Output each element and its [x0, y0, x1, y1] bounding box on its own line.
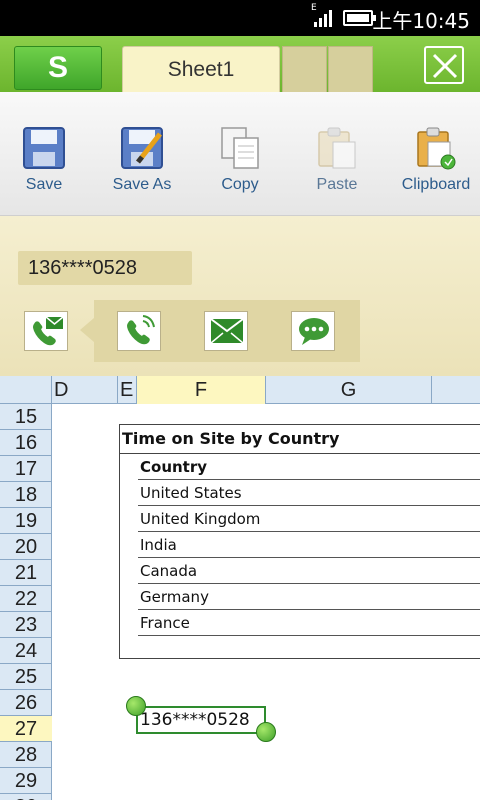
column-header-f[interactable]: F: [137, 376, 266, 404]
save-button[interactable]: Save: [10, 92, 78, 216]
chat-button[interactable]: [291, 311, 335, 351]
row-header-17[interactable]: 17: [0, 456, 52, 482]
paste-button[interactable]: Paste: [304, 92, 370, 216]
save-as-label: Save As: [112, 176, 172, 193]
contact-panel: 136****0528: [0, 216, 480, 376]
title-bar: S Sheet1: [0, 36, 480, 92]
row-header-27[interactable]: 27: [0, 716, 52, 742]
clipboard-icon: [417, 127, 456, 170]
table-row[interactable]: Canada: [138, 558, 480, 584]
chat-icon: [299, 318, 329, 345]
row-header-29[interactable]: 29: [0, 768, 52, 794]
column-header-d[interactable]: D: [52, 376, 118, 404]
row-header: 15 16 17 18 19 20 21 22 23 24 25 26 27 2…: [0, 404, 52, 800]
row-header-18[interactable]: 18: [0, 482, 52, 508]
signal-icon: [314, 10, 332, 27]
corner-cell[interactable]: [0, 376, 52, 404]
copy-label: Copy: [221, 176, 259, 193]
spreadsheet-grid[interactable]: D E F G 15 16 17 18 19 20 21 22 23 24 25…: [0, 376, 480, 800]
clipboard-button[interactable]: Clipboard: [396, 92, 476, 216]
call-button[interactable]: [117, 311, 161, 351]
row-header-25[interactable]: 25: [0, 664, 52, 690]
table-title: Time on Site by Country: [122, 429, 340, 448]
table-row[interactable]: United Kingdom: [138, 506, 480, 532]
save-as-button[interactable]: Save As: [104, 92, 180, 216]
tab-sheet1[interactable]: Sheet1: [122, 46, 280, 92]
row-header-22[interactable]: 22: [0, 586, 52, 612]
row-header-16[interactable]: 16: [0, 430, 52, 456]
row-header-15[interactable]: 15: [0, 404, 52, 430]
tab-empty-1[interactable]: [282, 46, 327, 92]
row-header-30[interactable]: 30: [0, 794, 52, 800]
email-button[interactable]: [204, 311, 248, 351]
selection-handle-end[interactable]: [256, 722, 276, 742]
sms-icon: [33, 316, 64, 346]
selected-cell-f27[interactable]: 136****0528: [136, 706, 266, 734]
row-header-20[interactable]: 20: [0, 534, 52, 560]
sms-button[interactable]: [24, 311, 68, 351]
app-menu-button[interactable]: S: [14, 46, 102, 90]
clock: 上午10:45: [372, 9, 470, 33]
save-as-icon: [121, 127, 163, 169]
phone-number[interactable]: 136****0528: [18, 251, 192, 285]
status-bar: E 上午10:45: [0, 0, 480, 36]
battery-icon: [343, 10, 376, 26]
table-header-country[interactable]: Country: [138, 454, 480, 480]
call-icon: [127, 315, 155, 345]
row-header-26[interactable]: 26: [0, 690, 52, 716]
clipboard-label: Clipboard: [401, 176, 471, 193]
close-button[interactable]: [424, 46, 464, 84]
row-header-24[interactable]: 24: [0, 638, 52, 664]
paste-icon: [318, 127, 356, 169]
table-row[interactable]: India: [138, 532, 480, 558]
save-icon: [23, 127, 65, 169]
row-header-28[interactable]: 28: [0, 742, 52, 768]
email-icon: [210, 318, 244, 344]
save-label: Save: [25, 176, 63, 193]
close-icon: [432, 53, 458, 79]
paste-label: Paste: [316, 176, 358, 193]
column-header-g[interactable]: G: [266, 376, 432, 404]
table-row[interactable]: United States: [138, 480, 480, 506]
table-row[interactable]: France: [138, 610, 480, 636]
toolbar: Save Save As Copy Paste Clipboard: [0, 92, 480, 216]
row-header-21[interactable]: 21: [0, 560, 52, 586]
copy-icon: [221, 127, 259, 169]
table-row[interactable]: Germany: [138, 584, 480, 610]
column-header: D E F G: [0, 376, 480, 404]
row-header-19[interactable]: 19: [0, 508, 52, 534]
tab-empty-2[interactable]: [328, 46, 373, 92]
data-table[interactable]: Time on Site by Country Country United S…: [119, 424, 480, 659]
row-header-23[interactable]: 23: [0, 612, 52, 638]
copy-button[interactable]: Copy: [206, 92, 274, 216]
selection-handle-start[interactable]: [126, 696, 146, 716]
column-header-e[interactable]: E: [118, 376, 137, 404]
